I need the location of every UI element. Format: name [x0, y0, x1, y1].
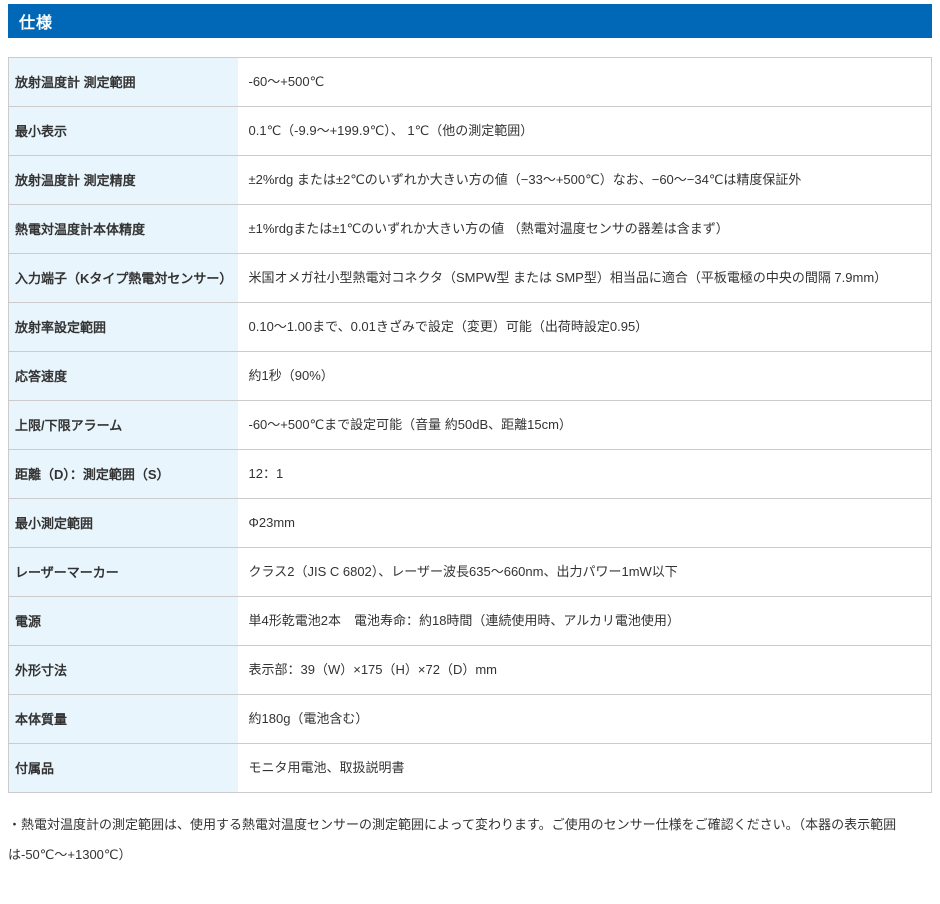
spec-value: ±1%rdgまたは±1℃のいずれか大きい方の値 （熱電対温度センサの器差は含まず… [238, 205, 932, 254]
table-row: 付属品 モニタ用電池、取扱説明書 [9, 744, 932, 793]
spec-value: 単4形乾電池2本 電池寿命：約18時間（連続使用時、アルカリ電池使用） [238, 597, 932, 646]
spec-label: レーザーマーカー [9, 548, 238, 597]
spec-label: 最小測定範囲 [9, 499, 238, 548]
section-title: 仕様 [19, 9, 53, 33]
spec-label: 放射温度計 測定範囲 [9, 58, 238, 107]
spec-value: 0.1℃（-9.9〜+199.9℃）、 1℃（他の測定範囲） [238, 107, 932, 156]
table-row: 最小表示 0.1℃（-9.9〜+199.9℃）、 1℃（他の測定範囲） [9, 107, 932, 156]
table-row: 放射率設定範囲 0.10〜1.00まで、0.01きざみで設定（変更）可能（出荷時… [9, 303, 932, 352]
spec-label: 熱電対温度計本体精度 [9, 205, 238, 254]
spec-label: 放射率設定範囲 [9, 303, 238, 352]
spec-label: 放射温度計 測定精度 [9, 156, 238, 205]
spec-value: 約1秒（90%） [238, 352, 932, 401]
spec-label: 外形寸法 [9, 646, 238, 695]
spec-value: -60〜+500℃ [238, 58, 932, 107]
table-row: 外形寸法 表示部：39（W）×175（H）×72（D）mm [9, 646, 932, 695]
spec-label: 入力端子（Kタイプ熱電対センサー） [9, 254, 238, 303]
table-row: 入力端子（Kタイプ熱電対センサー） 米国オメガ社小型熱電対コネクタ（SMPW型 … [9, 254, 932, 303]
spec-label: 上限/下限アラーム [9, 401, 238, 450]
table-row: レーザーマーカー クラス2（JIS C 6802）、レーザー波長635〜660n… [9, 548, 932, 597]
spec-value: クラス2（JIS C 6802）、レーザー波長635〜660nm、出力パワー1m… [238, 548, 932, 597]
spec-value: 米国オメガ社小型熱電対コネクタ（SMPW型 または SMP型）相当品に適合（平板… [238, 254, 932, 303]
table-row: 距離（D）：測定範囲（S） 12：1 [9, 450, 932, 499]
spec-label: 電源 [9, 597, 238, 646]
table-row: 放射温度計 測定精度 ±2%rdg または±2℃のいずれか大きい方の値（−33〜… [9, 156, 932, 205]
spec-value: ±2%rdg または±2℃のいずれか大きい方の値（−33〜+500℃）なお、−6… [238, 156, 932, 205]
table-row: 上限/下限アラーム -60〜+500℃まで設定可能（音量 約50dB、距離15c… [9, 401, 932, 450]
spec-value: Φ23mm [238, 499, 932, 548]
spec-value: 約180g（電池含む） [238, 695, 932, 744]
section-header: 仕様 [8, 4, 932, 38]
spec-label: 付属品 [9, 744, 238, 793]
table-row: 最小測定範囲 Φ23mm [9, 499, 932, 548]
spec-label: 応答速度 [9, 352, 238, 401]
table-row: 応答速度 約1秒（90%） [9, 352, 932, 401]
spec-label: 距離（D）：測定範囲（S） [9, 450, 238, 499]
spec-table: 放射温度計 測定範囲 -60〜+500℃ 最小表示 0.1℃（-9.9〜+199… [8, 57, 932, 793]
table-row: 熱電対温度計本体精度 ±1%rdgまたは±1℃のいずれか大きい方の値 （熱電対温… [9, 205, 932, 254]
table-row: 電源 単4形乾電池2本 電池寿命：約18時間（連続使用時、アルカリ電池使用） [9, 597, 932, 646]
spec-label: 最小表示 [9, 107, 238, 156]
table-row: 本体質量 約180g（電池含む） [9, 695, 932, 744]
table-row: 放射温度計 測定範囲 -60〜+500℃ [9, 58, 932, 107]
spec-value: 12：1 [238, 450, 932, 499]
spec-label: 本体質量 [9, 695, 238, 744]
footnote: ・熱電対温度計の測定範囲は、使用する熱電対温度センサーの測定範囲によって変わりま… [8, 810, 932, 870]
spec-value: モニタ用電池、取扱説明書 [238, 744, 932, 793]
spec-value: 表示部：39（W）×175（H）×72（D）mm [238, 646, 932, 695]
spec-value: 0.10〜1.00まで、0.01きざみで設定（変更）可能（出荷時設定0.95） [238, 303, 932, 352]
spec-value: -60〜+500℃まで設定可能（音量 約50dB、距離15cm） [238, 401, 932, 450]
